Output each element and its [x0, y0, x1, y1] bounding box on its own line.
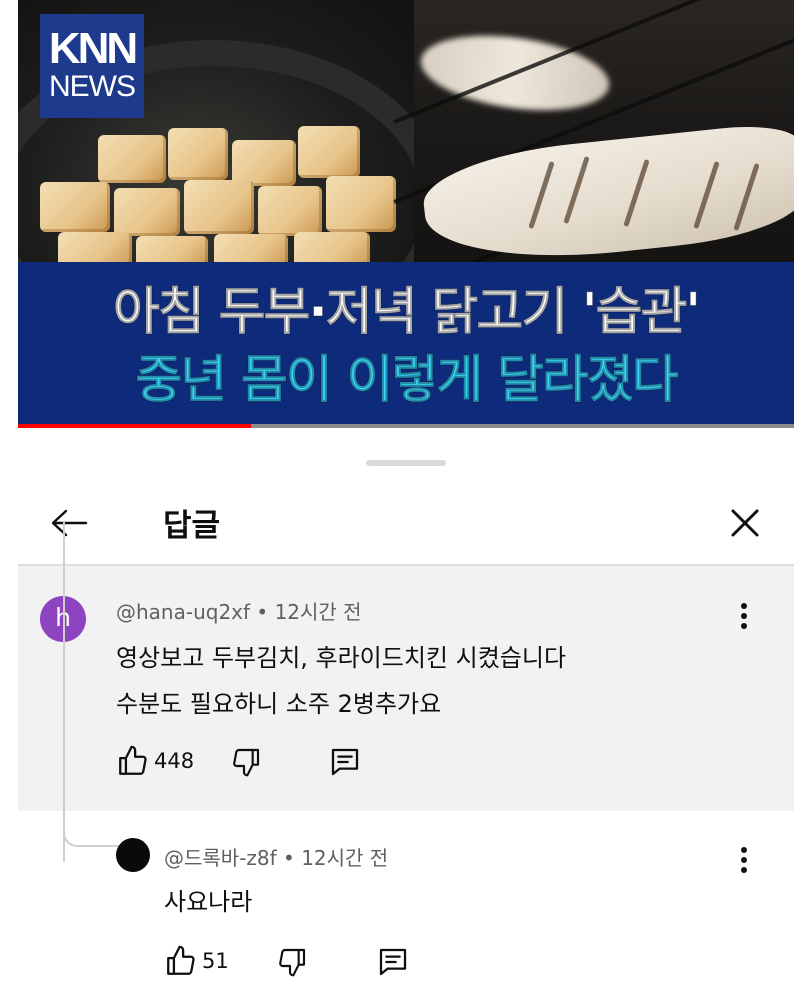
- close-icon: [731, 509, 759, 537]
- video-progress-bar[interactable]: [18, 424, 794, 428]
- like-button[interactable]: 448: [116, 744, 194, 778]
- reply-more-button[interactable]: [732, 840, 756, 880]
- drag-handle[interactable]: [366, 460, 446, 466]
- reply-meta: @드록바-z8f • 12시간 전: [164, 842, 388, 871]
- reply-like-count: 51: [202, 949, 229, 973]
- logo-sub-text: NEWS: [49, 70, 136, 103]
- parent-comment: h @hana-uq2xf • 12시간 전 영상보고 두부김치, 후라이드치킨…: [18, 566, 794, 811]
- reply-time: • 12시간 전: [283, 846, 389, 870]
- knn-news-logo: KNN NEWS: [40, 14, 144, 118]
- dislike-button[interactable]: [230, 746, 262, 778]
- comment-time: • 12시간 전: [256, 600, 362, 624]
- reply-text: 사요나라: [164, 888, 253, 916]
- thumbs-down-icon: [279, 948, 306, 977]
- reply-avatar[interactable]: [116, 838, 150, 872]
- reply-reply-button[interactable]: [376, 946, 410, 978]
- grilled-chicken-image: [393, 0, 794, 272]
- video-progress-fill: [18, 424, 251, 428]
- comment-meta: @hana-uq2xf • 12시간 전: [116, 596, 362, 625]
- reply-comment-icon: [379, 948, 407, 976]
- like-count: 448: [154, 749, 195, 773]
- reply-comment-icon: [331, 748, 359, 776]
- comment-text-line-1: 영상보고 두부김치, 후라이드치킨 시켰습니다: [116, 644, 567, 672]
- comment-more-button[interactable]: [732, 596, 756, 636]
- replies-sheet: 답글 h @hana-uq2xf • 12시간 전 영상보고 두부김치, 후라이…: [18, 442, 794, 1004]
- arrow-left-icon: [51, 509, 88, 537]
- headline-line-1: 아침 두부·저녁 닭고기 '습관': [113, 283, 702, 343]
- comment-author[interactable]: @hana-uq2xf: [116, 600, 250, 624]
- reply-button[interactable]: [328, 746, 362, 778]
- close-button[interactable]: [720, 498, 770, 548]
- thumbs-up-icon: [119, 745, 147, 775]
- reply-like-button[interactable]: 51: [164, 944, 229, 978]
- headline-line-2: 중년 몸이 이렇게 달라졌다: [135, 351, 679, 411]
- video-thumbnail[interactable]: KNN NEWS 아침 두부·저녁 닭고기 '습관' 중년 몸이 이렇게 달라졌…: [18, 0, 794, 428]
- sheet-header: 답글: [18, 486, 794, 564]
- thumbs-down-icon: [233, 748, 260, 777]
- reply-connector: [63, 811, 123, 847]
- sheet-title: 답글: [163, 508, 221, 544]
- logo-main-text: KNN: [48, 24, 138, 73]
- thumbs-up-icon: [167, 945, 195, 975]
- comment-text-line-2: 수분도 필요하니 소주 2병추가요: [116, 690, 442, 718]
- reply-author[interactable]: @드록바-z8f: [164, 846, 277, 870]
- reply-dislike-button[interactable]: [276, 946, 308, 978]
- back-button[interactable]: [44, 498, 94, 548]
